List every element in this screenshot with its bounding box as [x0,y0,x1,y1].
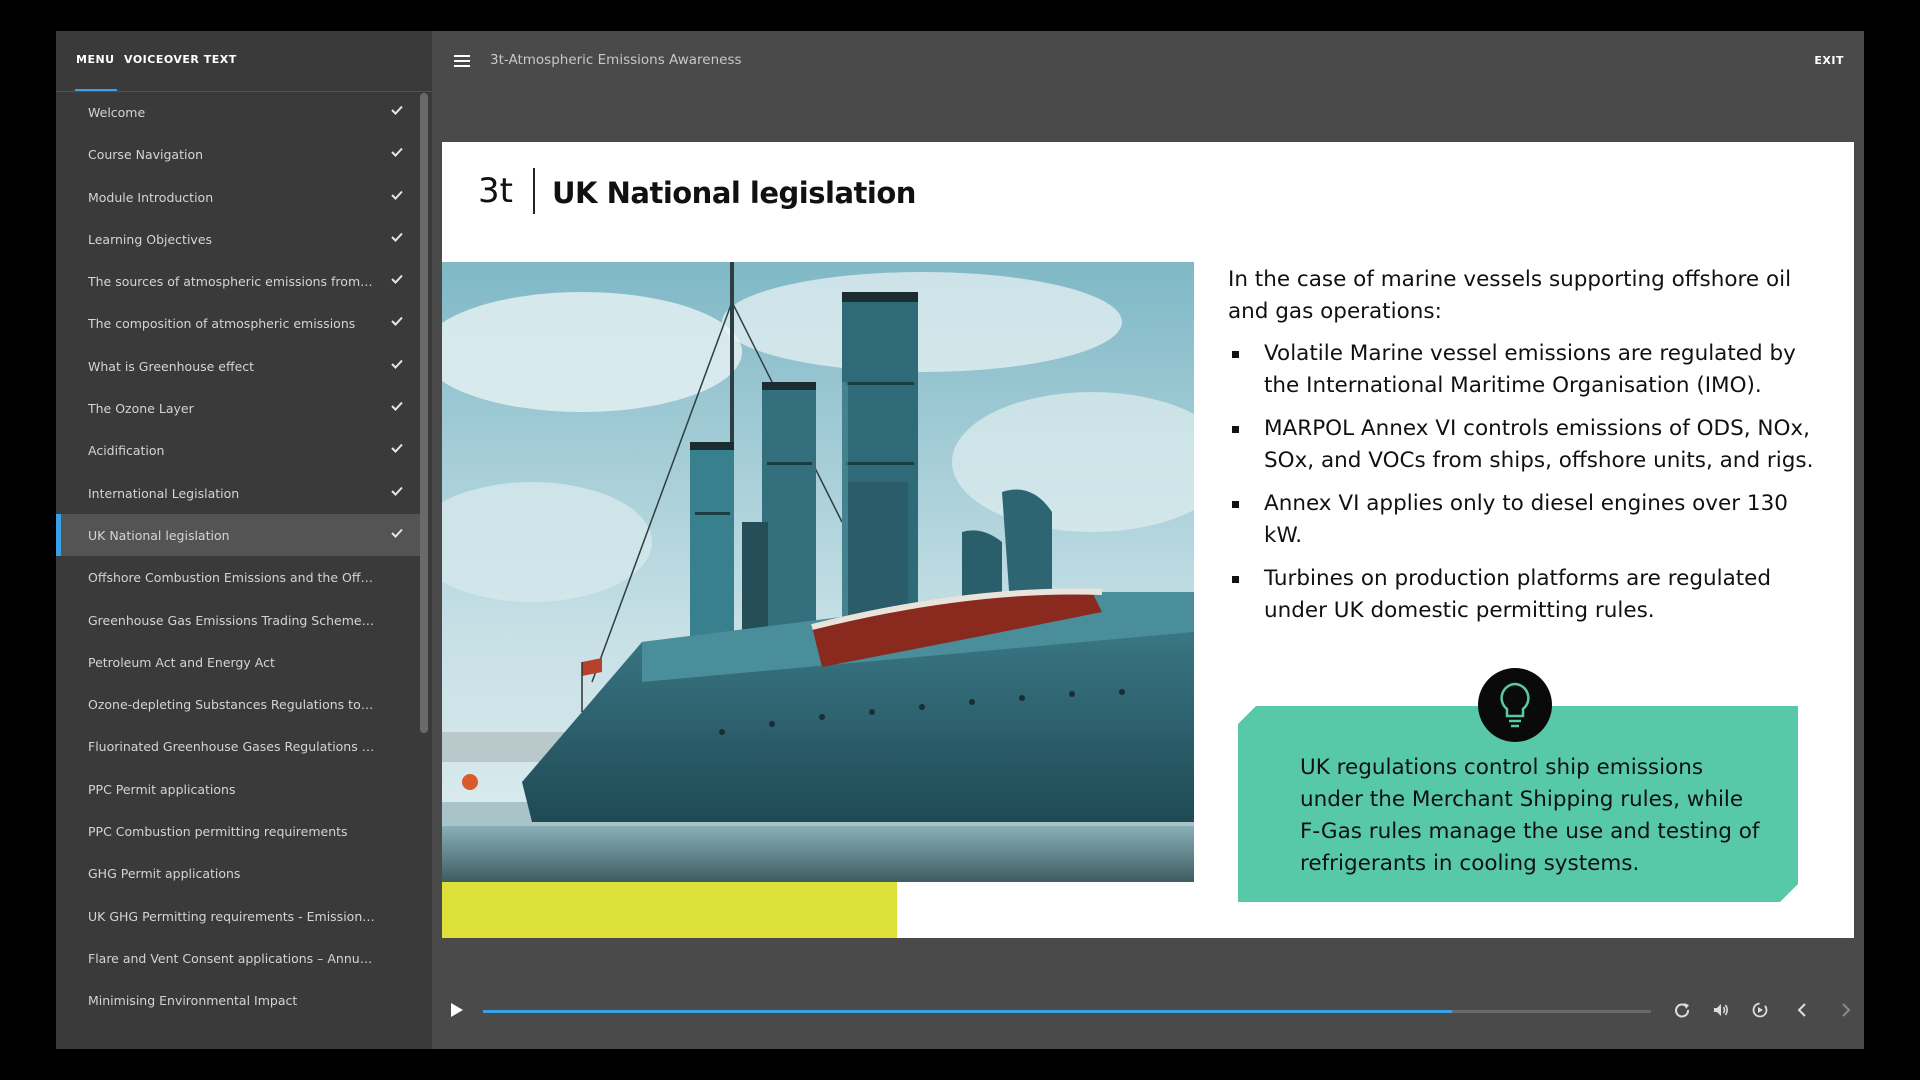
sidebar-tabs: MENU VOICEOVER TEXT [56,31,432,92]
checkmark-icon [391,317,403,327]
sidebar-item[interactable]: Minimising Environmental Impact [56,979,422,1021]
playback-speed-icon[interactable] [1751,1001,1769,1019]
sidebar-item-label: GHG Permit applications [88,866,241,882]
sidebar-item[interactable]: Course Navigation [56,133,422,175]
lightbulb-icon [1478,668,1552,742]
sidebar-item-label: Module Introduction [88,189,214,205]
sidebar-item[interactable]: Greenhouse Gas Emissions Trading Scheme … [56,599,422,641]
sidebar-item[interactable]: Module Introduction [56,176,422,218]
sidebar-item-label: Course Navigation [88,147,204,163]
sidebar-item[interactable]: Welcome [56,91,422,133]
sidebar-item-label: Flare and Vent Consent applications – An… [88,950,376,966]
sidebar-item-label: Learning Objectives [88,231,213,247]
sidebar-item-label: PPC Combustion permitting requirements [88,824,348,840]
sidebar-item[interactable]: UK GHG Permitting requirements - Emissio… [56,895,422,937]
tab-menu[interactable]: MENU [76,53,115,66]
sidebar-item-label: Offshore Combustion Emissions and the Of… [88,570,376,586]
sidebar: MENU VOICEOVER TEXT Welcome Course Naviga… [56,31,432,1049]
sidebar-item[interactable]: The composition of atmospheric emissions [56,302,422,344]
header: 3t-Atmospheric Emissions Awareness EXIT [432,31,1864,91]
sidebar-item-label: The composition of atmospheric emissions [88,316,356,332]
replay-icon[interactable] [1673,1001,1691,1019]
sidebar-item-label: UK National legislation [88,527,230,543]
sidebar-item-label: Welcome [88,105,146,120]
sidebar-item[interactable]: Fluorinated Greenhouse Gases Regulations… [56,725,422,767]
player-controls [432,981,1864,1049]
sidebar-item[interactable]: International Legislation [56,472,422,514]
ship-photo [442,262,1194,882]
sidebar-item[interactable]: What is Greenhouse effect [56,345,422,387]
play-icon[interactable] [450,1002,464,1018]
sidebar-item-label: Acidification [88,443,165,459]
progress-bar[interactable] [483,1010,1651,1013]
checkmark-icon [391,401,403,412]
callout-text: UK regulations control ship emissions un… [1300,755,1760,876]
sidebar-scrollbar[interactable] [420,93,428,733]
previous-slide-icon[interactable] [1793,1001,1811,1019]
sidebar-item-label: Ozone-depleting Substances Regulations t… [88,697,376,713]
checkmark-icon [391,275,403,285]
bullet-list: Volatile Marine vessel emissions are reg… [1228,338,1818,627]
sidebar-item-label: International Legislation [88,485,240,501]
sidebar-item[interactable]: Acidification [56,429,422,471]
bullet-item: Volatile Marine vessel emissions are reg… [1228,338,1818,402]
brand-logo: 3t [478,171,513,210]
checkmark-icon [391,359,403,369]
checkmark-icon [391,444,403,454]
intro-text: In the case of marine vessels supporting… [1228,267,1792,324]
sidebar-item-label: Fluorinated Greenhouse Gases Regulations… [88,739,376,755]
sidebar-item[interactable]: PPC Permit applications [56,768,422,810]
checkmark-icon [391,148,403,158]
sidebar-item-label: Greenhouse Gas Emissions Trading Scheme … [88,612,376,628]
sidebar-item[interactable]: UK National legislation [56,513,422,557]
bullet-item: Annex VI applies only to diesel engines … [1228,488,1818,552]
exit-button[interactable]: EXIT [1814,54,1844,67]
menu-list: Welcome Course Navigation Module Introduct… [56,91,422,1022]
sidebar-item[interactable]: Offshore Combustion Emissions and the Of… [56,556,422,598]
sidebar-item-label: The sources of atmospheric emissions fro… [88,274,376,290]
sidebar-item[interactable]: Learning Objectives [56,218,422,260]
title-divider [533,168,535,214]
checkmark-icon [391,528,403,538]
volume-icon[interactable] [1712,1001,1730,1019]
checkmark-icon [391,105,403,115]
sidebar-item[interactable]: Flare and Vent Consent applications – An… [56,937,422,979]
sidebar-item[interactable]: Ozone-depleting Substances Regulations t… [56,683,422,725]
sidebar-item-label: PPC Permit applications [88,781,236,797]
course-player: MENU VOICEOVER TEXT Welcome Course Naviga… [56,31,1864,1049]
sidebar-item[interactable]: GHG Permit applications [56,852,422,894]
slide: 3t UK National legislation In the case o… [442,142,1854,938]
next-slide-icon[interactable] [1837,1001,1855,1019]
slide-body: In the case of marine vessels supporting… [1228,264,1818,638]
checkmark-icon [391,486,403,496]
sidebar-item-label: Minimising Environmental Impact [88,993,298,1009]
slide-title: UK National legislation [552,176,916,210]
progress-fill [483,1010,1453,1013]
accent-block [442,882,897,938]
course-title: 3t-Atmospheric Emissions Awareness [490,52,742,68]
tab-voiceover-text[interactable]: VOICEOVER TEXT [124,53,237,66]
bullet-item: Turbines on production platforms are reg… [1228,563,1818,627]
sidebar-item-label: Petroleum Act and Energy Act [88,654,275,670]
sidebar-item-label: What is Greenhouse effect [88,358,255,374]
checkmark-icon [391,232,403,242]
sidebar-item-label: The Ozone Layer [88,401,194,417]
sidebar-item[interactable]: The Ozone Layer [56,387,422,429]
hamburger-menu-icon[interactable] [454,55,470,67]
sidebar-item[interactable]: PPC Combustion permitting requirements [56,810,422,852]
sidebar-item-label: UK GHG Permitting requirements - Emissio… [88,908,376,924]
sidebar-item[interactable]: The sources of atmospheric emissions fro… [56,260,422,302]
logo-text: 3t [478,171,513,210]
bullet-item: MARPOL Annex VI controls emissions of OD… [1228,413,1818,477]
sidebar-item[interactable]: Petroleum Act and Energy Act [56,641,422,683]
checkmark-icon [391,190,403,200]
